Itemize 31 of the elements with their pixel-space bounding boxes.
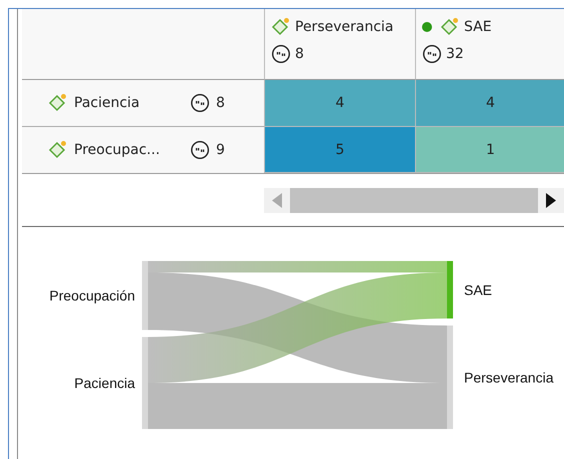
code-icon [271,17,291,37]
count-label: 8 [295,46,304,62]
node-label: Preocupación [49,288,135,304]
quote-icon [190,93,210,113]
sankey-node[interactable] [447,326,453,429]
quote-icon [190,140,210,160]
node-label: Perseverancia [464,369,554,386]
count-label: 8 [216,95,225,111]
quote-icon [271,44,291,64]
sankey-node[interactable] [447,261,453,318]
row-header[interactable]: Paciencia 8 [22,80,265,127]
row-label: Preocupac... [74,142,161,158]
code-icon [440,17,460,37]
quote-icon [422,44,442,64]
column-label: Perseverancia [295,19,394,35]
horizontal-scrollbar[interactable] [264,188,564,212]
table-cell[interactable]: 4 [416,80,564,127]
code-icon [48,140,68,160]
column-label: SAE [464,19,492,35]
code-icon [48,93,68,113]
scroll-thumb[interactable] [290,188,538,212]
sankey-node[interactable] [142,337,148,429]
table-cell[interactable]: 1 [416,127,564,173]
count-label: 9 [216,142,225,158]
sankey-node[interactable] [142,261,148,330]
table-cell[interactable]: 4 [265,80,416,127]
node-label: Paciencia [74,375,135,391]
node-label: SAE [464,282,492,298]
row-label: Paciencia [74,95,141,111]
table-cell[interactable]: 5 [265,127,416,173]
count-label: 32 [446,46,464,62]
